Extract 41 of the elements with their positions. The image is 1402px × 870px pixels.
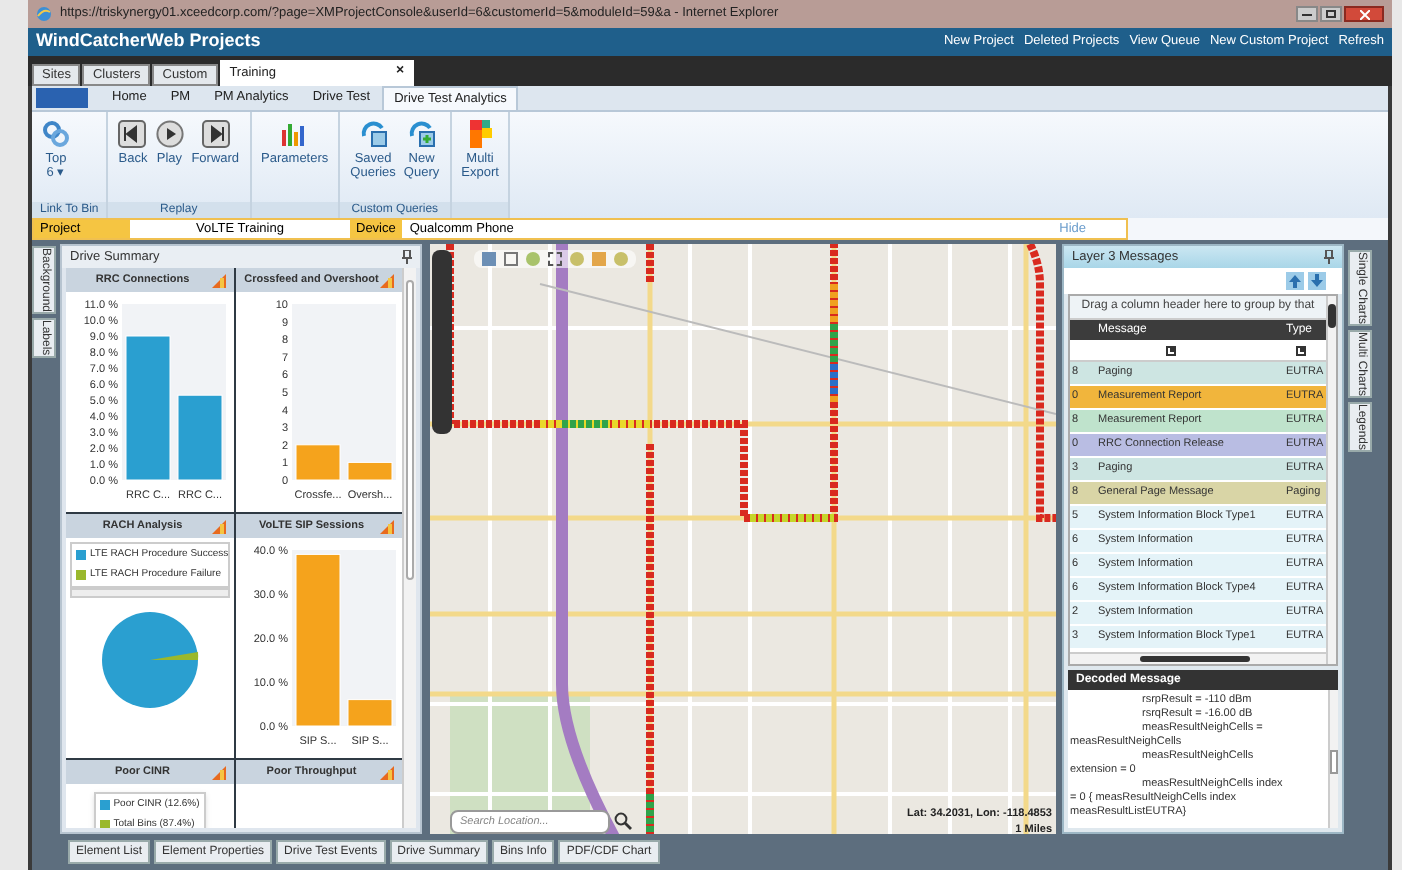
link-icon: [42, 120, 70, 148]
arrow-down-icon[interactable]: [1308, 272, 1326, 290]
horizontal-scrollbar[interactable]: [1070, 652, 1326, 664]
query-icon: [359, 120, 388, 148]
chart-options-icon[interactable]: [211, 765, 225, 779]
chart-options-icon[interactable]: [380, 519, 394, 533]
close-button[interactable]: [1344, 6, 1384, 22]
chart-options-icon[interactable]: [211, 519, 225, 533]
scrollbar[interactable]: [402, 268, 416, 828]
filter-icon[interactable]: [1296, 345, 1306, 355]
chart-bar: [346, 699, 392, 727]
pie-chart-drawing: [99, 610, 200, 710]
chart-options-icon[interactable]: [380, 273, 394, 287]
search-icon[interactable]: [614, 812, 632, 830]
play-icon: [155, 120, 184, 148]
group-label-bar: [451, 202, 509, 218]
scrollbar[interactable]: [1326, 296, 1336, 664]
minimize-button[interactable]: [1296, 6, 1318, 22]
minimize-icon: [1302, 13, 1312, 15]
scrollbar[interactable]: [1328, 690, 1338, 828]
pin-icon[interactable]: [1324, 250, 1334, 264]
chart-options-icon[interactable]: [380, 765, 394, 779]
browser-icon: [36, 6, 52, 22]
chart-bar: [177, 394, 223, 481]
close-icon: [1359, 9, 1369, 19]
export-icon: [466, 120, 495, 148]
bar-chart-icon: [280, 120, 309, 148]
back-icon: [118, 120, 147, 148]
group-label-bar: [251, 202, 339, 218]
app-title: WindCatcherWeb Projects: [36, 28, 261, 55]
horizontal-scrollbar[interactable]: [70, 588, 230, 598]
new-query-icon: [407, 120, 436, 148]
forward-icon: [201, 120, 230, 148]
maximize-button[interactable]: [1320, 6, 1342, 22]
chart-bar: [346, 461, 392, 481]
pin-icon[interactable]: [402, 250, 412, 264]
filter-icon[interactable]: [1166, 345, 1176, 355]
chart-bar: [294, 444, 340, 481]
chart-options-icon[interactable]: [211, 273, 225, 287]
arrow-up-icon[interactable]: [1286, 272, 1304, 290]
maximize-icon: [1326, 10, 1336, 18]
